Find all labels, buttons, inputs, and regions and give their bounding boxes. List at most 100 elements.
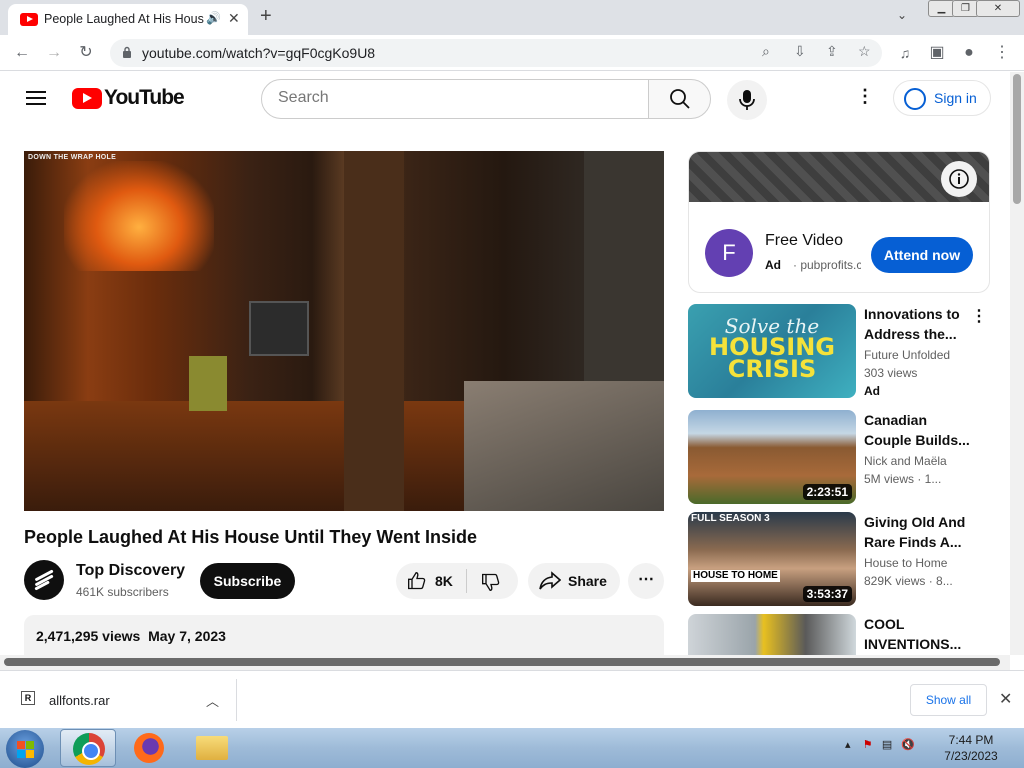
- share-page-icon[interactable]: ⇪: [826, 43, 838, 60]
- related-title[interactable]: Innovations to Address the...: [864, 304, 972, 344]
- search-box[interactable]: [261, 79, 649, 119]
- ad-title[interactable]: Free Video: [765, 232, 843, 250]
- sidebar-ad-card[interactable]: F Free Video Ad · pubprofits.com Attend …: [688, 151, 990, 293]
- like-count[interactable]: 8K: [435, 573, 453, 589]
- taskbar-file-explorer[interactable]: [184, 729, 240, 767]
- lock-icon: [123, 46, 131, 58]
- bookmark-star-icon[interactable]: ☆: [858, 43, 871, 60]
- system-clock[interactable]: 7:44 PM 7/23/2023: [936, 732, 1006, 764]
- menu-icon[interactable]: [26, 91, 46, 106]
- tab-close-icon[interactable]: ✕: [228, 10, 240, 27]
- browser-tab[interactable]: People Laughed At His House Until They W…: [8, 4, 248, 35]
- tab-search-chevron-icon[interactable]: ⌄: [897, 8, 907, 22]
- taskbar: ▴ ⚑ ▤ 🔇 7:44 PM 7/23/2023: [0, 728, 1024, 768]
- youtube-wordmark[interactable]: YouTube: [104, 86, 185, 110]
- start-button[interactable]: [6, 730, 44, 768]
- youtube-favicon-icon: [20, 13, 38, 26]
- advertiser-avatar[interactable]: F: [705, 229, 753, 277]
- address-bar[interactable]: youtube.com/watch?v=gqF0cgKo9U8 ⌕ ⇩ ⇪ ☆: [110, 39, 882, 67]
- sign-in-label: Sign in: [934, 90, 977, 106]
- view-count: 2,471,295 views May 7, 2023: [36, 628, 226, 644]
- related-video-item[interactable]: COOL INVENTIONS...: [688, 614, 992, 655]
- attend-now-button[interactable]: Attend now: [871, 237, 973, 273]
- lamp-in-video: [64, 161, 214, 271]
- ad-badge: Ad: [864, 384, 880, 398]
- share-button[interactable]: Share: [528, 563, 620, 599]
- subscribe-button[interactable]: Subscribe: [200, 563, 295, 599]
- video-title: People Laughed At His House Until They W…: [24, 527, 478, 547]
- channel-name[interactable]: Top Discovery: [76, 562, 185, 580]
- show-all-button[interactable]: Show all: [910, 684, 987, 716]
- new-tab-button[interactable]: +: [260, 5, 272, 28]
- tray-expand-icon[interactable]: ▴: [845, 739, 851, 751]
- sign-in-button[interactable]: Sign in: [893, 80, 991, 116]
- microphone-icon: [739, 90, 755, 110]
- description-box[interactable]: 2,471,295 views May 7, 2023: [24, 615, 664, 655]
- related-views: 829K views · 8...: [864, 574, 953, 588]
- youtube-header: YouTube ⋮ Sign in: [0, 72, 1010, 128]
- info-icon[interactable]: [941, 161, 977, 197]
- flag-icon[interactable]: ⚑: [863, 739, 873, 751]
- profile-icon[interactable]: ●: [957, 41, 981, 65]
- taskbar-firefox[interactable]: [122, 729, 178, 767]
- speaker-icon[interactable]: 🔊: [206, 11, 221, 25]
- tab-strip: People Laughed At His House Until They W…: [0, 0, 1024, 35]
- chrome-icon: [73, 733, 105, 765]
- clock-date: 7/23/2023: [944, 749, 998, 763]
- settings-kebab-icon[interactable]: ⋮: [856, 86, 874, 107]
- search-input[interactable]: [278, 89, 628, 107]
- chrome-menu-icon[interactable]: ⋮: [990, 41, 1014, 65]
- download-filename[interactable]: allfonts.rar: [49, 693, 110, 708]
- download-bar: R allfonts.rar ︿ Show all ✕: [0, 670, 1024, 728]
- related-channel: House to Home: [864, 556, 948, 570]
- chevron-up-icon[interactable]: ︿: [206, 691, 219, 710]
- close-icon[interactable]: ✕: [999, 689, 1012, 709]
- voice-search-button[interactable]: [727, 80, 767, 120]
- search-button[interactable]: [648, 79, 711, 119]
- related-video-item[interactable]: Solve the HOUSING CRISIS Innovations to …: [688, 304, 992, 398]
- firefox-icon: [134, 733, 164, 763]
- media-controls-icon[interactable]: ♫: [893, 41, 917, 65]
- close-window-button[interactable]: ✕: [976, 0, 1020, 17]
- related-views: 303 views: [864, 366, 918, 380]
- related-video-item[interactable]: FULL SEASON 3 HOUSE TO HOME 3:53:37 Givi…: [688, 512, 992, 606]
- network-icon[interactable]: ▤: [882, 739, 892, 751]
- forward-icon[interactable]: →: [42, 41, 66, 65]
- archive-file-icon: R: [21, 691, 35, 705]
- horizontal-scrollbar[interactable]: [0, 655, 1010, 670]
- subscriber-count: 461K subscribers: [76, 585, 169, 599]
- video-thumbnail[interactable]: FULL SEASON 3 HOUSE TO HOME 3:53:37: [688, 512, 856, 606]
- youtube-logo-icon[interactable]: [72, 88, 102, 109]
- related-video-item[interactable]: 2:23:51 Canadian Couple Builds... Nick a…: [688, 410, 992, 504]
- video-thumbnail[interactable]: [688, 614, 856, 655]
- related-title[interactable]: Giving Old And Rare Finds A...: [864, 512, 972, 552]
- clock-time: 7:44 PM: [948, 733, 994, 747]
- minimize-button[interactable]: ▁: [928, 0, 955, 17]
- vertical-scrollbar[interactable]: [1010, 72, 1024, 655]
- system-tray[interactable]: ▴ ⚑ ▤ 🔇: [845, 738, 915, 751]
- install-icon[interactable]: ⇩: [794, 43, 806, 60]
- reload-icon[interactable]: ↻: [74, 41, 98, 65]
- video-player[interactable]: DOWN THE WRAP HOLE: [24, 151, 664, 511]
- video-thumbnail[interactable]: Solve the HOUSING CRISIS: [688, 304, 856, 398]
- thumbs-up-icon[interactable]: [406, 571, 428, 591]
- side-panel-icon[interactable]: ▣: [925, 41, 949, 65]
- related-title[interactable]: COOL INVENTIONS...: [864, 614, 972, 654]
- thumbs-down-icon[interactable]: [480, 572, 502, 592]
- volume-muted-icon[interactable]: 🔇: [901, 739, 915, 751]
- search-icon: [670, 89, 690, 109]
- channel-avatar[interactable]: [24, 560, 64, 600]
- browser-toolbar: ← → ↻ youtube.com/watch?v=gqF0cgKo9U8 ⌕ …: [0, 35, 1024, 71]
- ad-domain: · pubprofits.com: [793, 258, 861, 272]
- tab-title: People Laughed At His House Until They W…: [44, 12, 204, 26]
- kebab-menu-icon[interactable]: ⋮: [971, 306, 987, 326]
- more-actions-icon[interactable]: ⋯: [628, 563, 664, 599]
- related-title[interactable]: Canadian Couple Builds...: [864, 410, 972, 450]
- taskbar-chrome[interactable]: [60, 729, 116, 767]
- upload-date: May 7, 2023: [148, 628, 226, 644]
- zoom-search-icon[interactable]: ⌕: [762, 43, 770, 60]
- back-icon[interactable]: ←: [10, 41, 34, 65]
- share-icon: [539, 571, 561, 590]
- video-thumbnail[interactable]: 2:23:51: [688, 410, 856, 504]
- restore-button[interactable]: ❐: [952, 0, 979, 17]
